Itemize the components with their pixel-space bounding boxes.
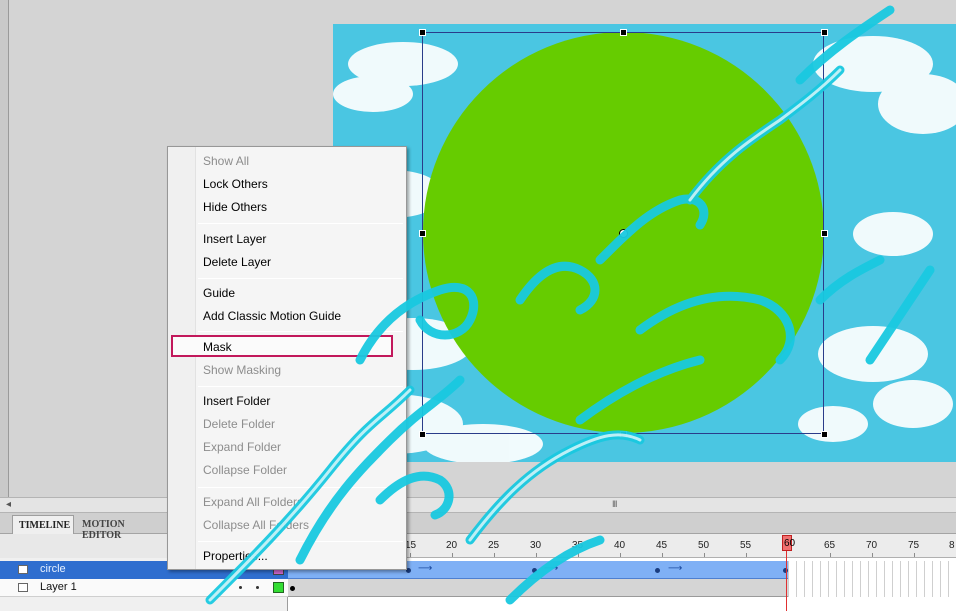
ruler-label: 50 xyxy=(698,540,710,551)
ruler-label: 25 xyxy=(488,540,500,551)
timeline-panel: TIMELINE MOTION EDITOR 15 20 25 30 35 40… xyxy=(0,513,956,611)
menu-separator xyxy=(198,386,403,387)
ruler-tick xyxy=(746,553,747,557)
static-frame-span[interactable] xyxy=(288,579,788,597)
tween-arrow-icon: ⟶ xyxy=(544,563,559,574)
ruler-label: 70 xyxy=(866,540,878,551)
transform-handle[interactable] xyxy=(620,29,627,36)
tab-motion-editor[interactable]: MOTION EDITOR xyxy=(76,515,168,541)
ruler-label: 40 xyxy=(614,540,626,551)
ruler-label: 8 xyxy=(949,540,955,551)
layer-context-menu: Show All Lock Others Hide Others Insert … xyxy=(167,146,407,570)
menu-item-hide-others[interactable]: Hide Others xyxy=(203,198,398,218)
menu-item-delete-folder[interactable]: Delete Folder xyxy=(203,415,398,435)
tab-timeline[interactable]: TIMELINE xyxy=(12,515,74,534)
transform-handle[interactable] xyxy=(620,431,627,438)
menu-item-add-classic-motion-guide[interactable]: Add Classic Motion Guide xyxy=(203,307,398,327)
menu-item-delete-layer[interactable]: Delete Layer xyxy=(203,253,398,273)
keyframe[interactable] xyxy=(290,586,295,591)
ruler-label: 45 xyxy=(656,540,668,551)
layer-row-layer-1[interactable]: Layer 1 xyxy=(0,579,288,597)
ruler-tick xyxy=(410,553,411,557)
stage[interactable] xyxy=(333,24,956,462)
menu-separator xyxy=(198,223,403,224)
keyframe[interactable] xyxy=(655,568,660,573)
menu-item-properties[interactable]: Properties... xyxy=(203,547,398,567)
transform-handle[interactable] xyxy=(419,431,426,438)
menu-item-collapse-all-folders[interactable]: Collapse All Folders xyxy=(203,516,398,536)
menu-item-expand-all-folders[interactable]: Expand All Folders xyxy=(203,493,398,513)
tween-arrow-icon: ⟶ xyxy=(668,563,683,574)
tween-arrow-icon: ⟶ xyxy=(418,563,433,574)
transform-handle[interactable] xyxy=(419,29,426,36)
ruler-label: 20 xyxy=(446,540,458,551)
panel-tab-bar: TIMELINE MOTION EDITOR xyxy=(0,513,956,541)
ruler-tick xyxy=(536,553,537,557)
ruler-tick xyxy=(662,553,663,557)
registration-point[interactable] xyxy=(619,229,628,238)
scroll-left-icon[interactable]: ◂ xyxy=(6,499,11,510)
ruler-tick xyxy=(830,553,831,557)
transform-handle[interactable] xyxy=(821,230,828,237)
empty-frames[interactable] xyxy=(788,561,956,597)
ruler-label: 75 xyxy=(908,540,920,551)
layer-icon xyxy=(18,583,28,592)
menu-item-insert-layer[interactable]: Insert Layer xyxy=(203,230,398,250)
menu-item-lock-others[interactable]: Lock Others xyxy=(203,175,398,195)
ruler-label: 30 xyxy=(530,540,542,551)
transform-handle[interactable] xyxy=(821,431,828,438)
current-frame-number: 60 xyxy=(784,538,796,549)
menu-separator xyxy=(198,487,403,488)
stage-horizontal-scrollbar[interactable]: ◂ III xyxy=(0,497,956,513)
menu-item-mask[interactable]: Mask xyxy=(203,338,398,358)
ruler-label: 65 xyxy=(824,540,836,551)
ruler-tick xyxy=(704,553,705,557)
menu-separator xyxy=(198,331,403,332)
ruler-tick xyxy=(452,553,453,557)
transform-handle[interactable] xyxy=(419,230,426,237)
menu-icon-gutter xyxy=(168,147,196,569)
menu-item-collapse-folder[interactable]: Collapse Folder xyxy=(203,461,398,481)
menu-item-show-all[interactable]: Show All xyxy=(203,152,398,172)
ruler-label: 55 xyxy=(740,540,752,551)
menu-item-show-masking[interactable]: Show Masking xyxy=(203,361,398,381)
ruler-tick xyxy=(872,553,873,557)
visibility-dot-icon[interactable] xyxy=(239,586,242,589)
scroll-thumb-grip[interactable]: III xyxy=(612,499,617,509)
playhead[interactable]: 60 xyxy=(782,535,796,611)
lock-dot-icon[interactable] xyxy=(256,586,259,589)
menu-item-insert-folder[interactable]: Insert Folder xyxy=(203,392,398,412)
menu-item-expand-folder[interactable]: Expand Folder xyxy=(203,438,398,458)
ruler-tick xyxy=(578,553,579,557)
menu-item-guide[interactable]: Guide xyxy=(203,284,398,304)
ruler-tick xyxy=(620,553,621,557)
left-panel-edge xyxy=(0,0,9,497)
menu-separator xyxy=(198,278,403,279)
keyframe[interactable] xyxy=(532,568,537,573)
ruler-tick xyxy=(914,553,915,557)
layer-name: Layer 1 xyxy=(40,581,77,593)
menu-separator xyxy=(198,541,403,542)
layer-outline-color-swatch[interactable] xyxy=(273,582,284,593)
ruler-label: 35 xyxy=(572,540,584,551)
playhead-marker[interactable]: 60 xyxy=(782,535,796,551)
layer-icon xyxy=(18,565,28,574)
layer-name: circle xyxy=(40,563,66,575)
playhead-line xyxy=(786,551,787,611)
ruler-tick xyxy=(494,553,495,557)
transform-handle[interactable] xyxy=(821,29,828,36)
